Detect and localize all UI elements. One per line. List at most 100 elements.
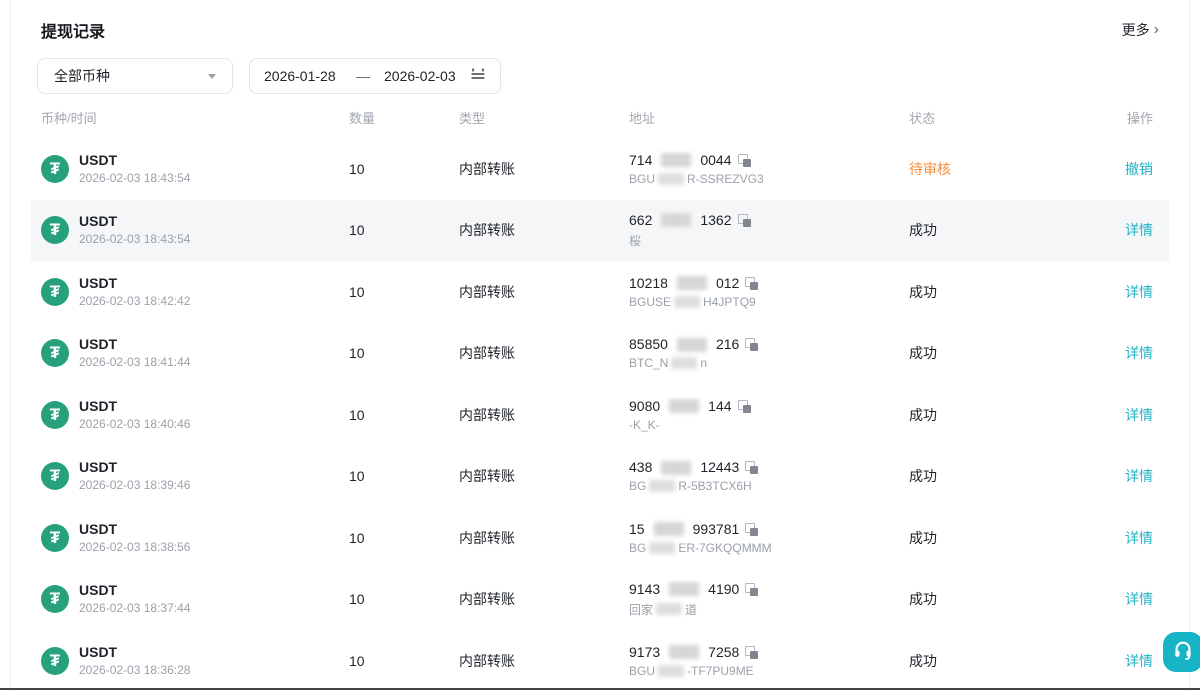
window-bottom-edge (0, 688, 1200, 690)
action-link[interactable]: 详情 (1125, 591, 1153, 607)
customer-support-button[interactable] (1163, 632, 1200, 672)
subline-redacted-blur (658, 664, 685, 677)
address-redacted-blur (669, 399, 700, 414)
action-link[interactable]: 详情 (1125, 407, 1153, 423)
tether-icon: ₮ (41, 277, 69, 306)
tether-icon: ₮ (41, 646, 69, 675)
address-prefix: 10218 (629, 274, 668, 291)
address-subline: BTC_N n (629, 356, 909, 370)
more-button[interactable]: 更多 › (1122, 20, 1159, 40)
tether-icon: ₮ (41, 523, 69, 552)
address-prefix: 714 (629, 151, 653, 168)
copy-icon[interactable] (745, 276, 759, 290)
copy-icon[interactable] (745, 645, 759, 659)
amount-cell: 10 (349, 222, 365, 239)
address-redacted-blur (669, 645, 700, 660)
address-cell: 9080 144 -K_K- (629, 398, 909, 432)
date-end-value[interactable]: 2026-02-03 (384, 68, 462, 84)
tether-icon: ₮ (41, 216, 69, 245)
subline-redacted-blur (649, 541, 676, 554)
row-time: 2026-02-03 18:43:54 (79, 170, 191, 185)
coin-select-value: 全部币种 (54, 68, 110, 84)
coin-name: USDT (79, 274, 118, 291)
status-cell: 待审核 (909, 160, 951, 177)
address-redacted-blur (661, 213, 692, 228)
status-cell: 成功 (909, 283, 937, 300)
action-link[interactable]: 详情 (1125, 530, 1153, 546)
coin-time-cell: ₮ USDT 2026-02-03 18:43:54 (41, 152, 349, 186)
action-link[interactable]: 详情 (1125, 468, 1153, 484)
subline-redacted-blur (649, 480, 676, 493)
withdrawal-records-panel: 提现记录 更多 › 全部币种 2026-01-28 — 2026-02-03 币… (10, 0, 1200, 692)
address-prefix: 15 (629, 520, 645, 537)
coin-time-cell: ₮ USDT 2026-02-03 18:39:46 (41, 459, 349, 493)
tether-icon: ₮ (41, 339, 69, 368)
date-start-value[interactable]: 2026-01-28 (264, 68, 342, 84)
type-cell: 内部转账 (459, 406, 515, 423)
copy-icon[interactable] (745, 522, 759, 536)
chevron-right-icon: › (1153, 21, 1159, 38)
copy-icon[interactable] (745, 461, 759, 475)
address-subline: 回家 道 (629, 601, 909, 618)
date-range-picker[interactable]: 2026-01-28 — 2026-02-03 (249, 58, 501, 94)
status-cell: 成功 (909, 529, 937, 546)
subline-redacted-blur (656, 603, 683, 616)
address-cell: 438 12443 BG R-5B3TCX6H (629, 459, 909, 493)
address-suffix: 4190 (708, 580, 740, 597)
subline-redacted-blur (671, 357, 698, 370)
coin-select[interactable]: 全部币种 (37, 58, 233, 94)
subline-prefix: BGU (629, 171, 656, 186)
address-subline: -K_K- (629, 418, 909, 432)
subline-suffix: R-SSREZVG3 (687, 171, 764, 186)
action-link[interactable]: 详情 (1125, 222, 1153, 238)
copy-icon[interactable] (737, 213, 751, 227)
coin-time-cell: ₮ USDT 2026-02-03 18:37:44 (41, 582, 349, 616)
calendar-icon[interactable] (470, 67, 486, 86)
tether-icon: ₮ (41, 462, 69, 491)
copy-icon[interactable] (745, 582, 759, 596)
table-row: ₮ USDT 2026-02-03 18:43:54 10 内部转账 714 00… (31, 138, 1169, 200)
copy-icon[interactable] (745, 338, 759, 352)
address-cell: 15 993781 BG ER-7GKQQMMM (629, 521, 909, 555)
copy-icon[interactable] (737, 153, 751, 167)
row-time: 2026-02-03 18:39:46 (79, 478, 191, 493)
subline-suffix: H4JPTQ9 (703, 294, 756, 309)
amount-cell: 10 (349, 591, 365, 608)
subline-prefix: BG (629, 479, 647, 494)
table-row: ₮ USDT 2026-02-03 18:43:54 10 内部转账 662 13… (31, 199, 1169, 261)
chevron-down-icon (208, 73, 216, 79)
status-cell: 成功 (909, 345, 937, 362)
subline-prefix: BTC_N (629, 356, 669, 371)
action-link[interactable]: 详情 (1125, 345, 1153, 361)
subline-suffix: ER-7GKQQMMM (678, 540, 772, 555)
action-link[interactable]: 详情 (1125, 284, 1153, 300)
coin-time-cell: ₮ USDT 2026-02-03 18:41:44 (41, 336, 349, 370)
more-label: 更多 (1121, 22, 1150, 38)
type-cell: 内部转账 (459, 591, 515, 608)
copy-icon[interactable] (737, 399, 751, 413)
row-time: 2026-02-03 18:43:54 (79, 232, 191, 247)
action-link[interactable]: 撤销 (1125, 161, 1153, 177)
address-subline: BGU R-SSREZVG3 (629, 172, 909, 186)
subline-prefix: BGUSE (629, 294, 672, 309)
row-time: 2026-02-03 18:36:28 (79, 662, 191, 677)
address-subline: BGU -TF7PU9ME (629, 664, 909, 678)
date-separator: — (356, 68, 370, 84)
address-suffix: 0044 (700, 151, 732, 168)
address-suffix: 12443 (700, 459, 740, 476)
subline-redacted-blur (674, 295, 701, 308)
amount-cell: 10 (349, 160, 365, 177)
row-time: 2026-02-03 18:41:44 (79, 355, 191, 370)
address-suffix: 144 (708, 397, 732, 414)
coin-name: USDT (79, 151, 118, 168)
row-time: 2026-02-03 18:40:46 (79, 416, 191, 431)
coin-name: USDT (79, 582, 118, 599)
status-cell: 成功 (909, 222, 937, 239)
subline-suffix: R-5B3TCX6H (678, 479, 752, 494)
coin-name: USDT (79, 520, 118, 537)
address-subline: BGUSE H4JPTQ9 (629, 295, 909, 309)
address-subline: BG ER-7GKQQMMM (629, 541, 909, 555)
coin-time-cell: ₮ USDT 2026-02-03 18:36:28 (41, 644, 349, 678)
type-cell: 内部转账 (459, 652, 515, 669)
action-link[interactable]: 详情 (1125, 653, 1153, 669)
